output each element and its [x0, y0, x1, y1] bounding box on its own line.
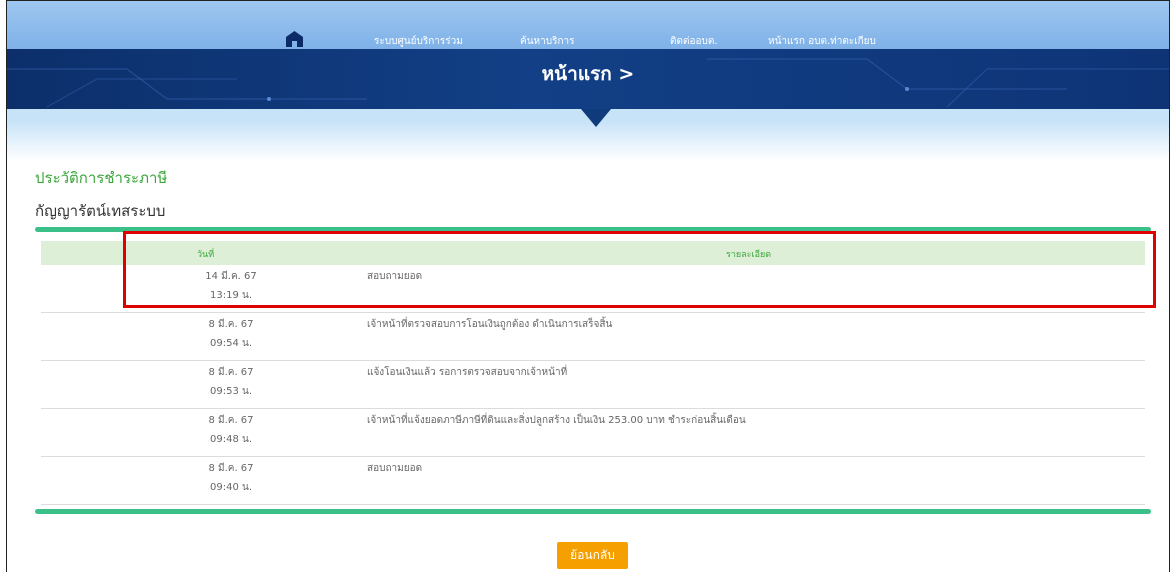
home-icon[interactable] [286, 31, 303, 47]
row-time: 09:54 น. [209, 338, 252, 349]
table-row: 8 มี.ค. 67 09:53 น. แจ้งโอนเงินแล้ว รอกา… [41, 361, 1145, 409]
highlight-box [123, 231, 1156, 308]
card-bottom-border [35, 509, 1151, 514]
back-button[interactable]: ย้อนกลับ [557, 542, 628, 569]
row-date: 8 มี.ค. 67 [208, 415, 254, 426]
page-title: หน้าแรก > [541, 63, 635, 85]
nav-link-home-obt[interactable]: หน้าแรก อบต.ท่าตะเกียบ [768, 34, 876, 49]
top-navigation: ระบบศูนย์บริการร่วม ค้นหาบริการ ติดต่ออบ… [7, 1, 1169, 49]
row-date: 8 มี.ค. 67 [208, 319, 254, 330]
nav-link-search-service[interactable]: ค้นหาบริการ [520, 34, 575, 49]
row-detail: สอบถามยอด [367, 463, 423, 474]
table-row: 8 มี.ค. 67 09:48 น. เจ้าหน้าที่แจ้งยอดภา… [41, 409, 1145, 457]
nav-link-contact[interactable]: ติดต่ออบต. [670, 34, 718, 49]
row-date: 8 มี.ค. 67 [208, 367, 254, 378]
banner-pointer [581, 109, 611, 127]
table-row: 8 มี.ค. 67 09:40 น. สอบถามยอด [41, 457, 1145, 505]
row-detail: แจ้งโอนเงินแล้ว รอการตรวจสอบจากเจ้าหน้าท… [367, 367, 568, 378]
row-time: 09:48 น. [209, 434, 252, 445]
table-row: 8 มี.ค. 67 09:54 น. เจ้าหน้าที่ตรวจสอบกา… [41, 313, 1145, 361]
row-detail: เจ้าหน้าที่แจ้งยอดภาษีภาษีที่ดินและสิ่งป… [367, 415, 746, 426]
title-banner: หน้าแรก > [7, 49, 1169, 109]
row-detail: เจ้าหน้าที่ตรวจสอบการโอนเงินถูกต้อง ดำเน… [367, 319, 613, 330]
section-title: ประวัติการชำระภาษี [35, 169, 168, 187]
nav-link-service-center[interactable]: ระบบศูนย์บริการร่วม [374, 34, 463, 49]
row-date: 8 มี.ค. 67 [208, 463, 254, 474]
row-time: 09:53 น. [209, 386, 252, 397]
owner-name: กัญญารัตน์เทสระบบ [35, 202, 166, 220]
row-time: 09:40 น. [209, 482, 252, 493]
